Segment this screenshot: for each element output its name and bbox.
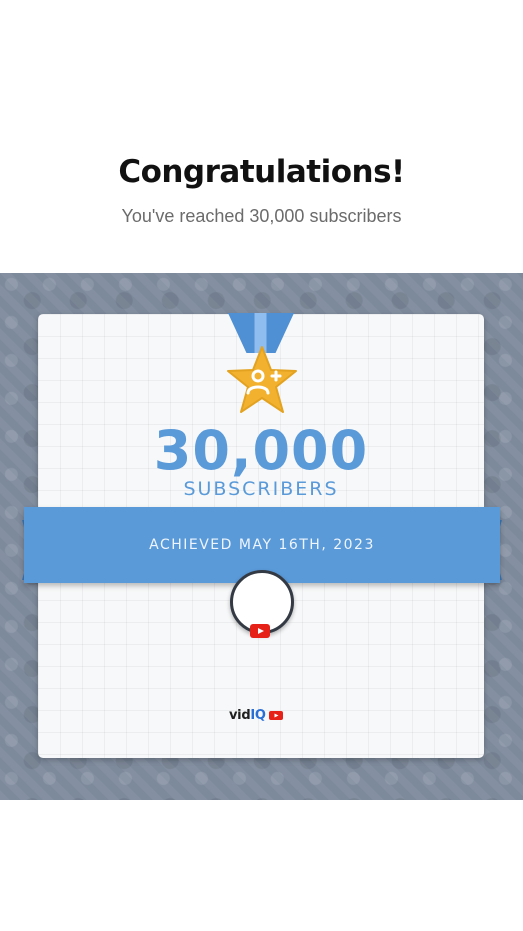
subscriber-count: 30,000 xyxy=(153,419,369,482)
page-title: Congratulations! xyxy=(118,154,405,190)
subscriber-count-label: SUBSCRIBERS xyxy=(183,478,339,500)
medal-star-icon xyxy=(227,346,297,413)
vidiq-wordmark: vidIQ xyxy=(229,707,266,723)
youtube-icon xyxy=(250,624,270,638)
achievement-date: ACHIEVED MAY 16TH, 2023 xyxy=(149,537,375,553)
youtube-partner-icon xyxy=(268,710,283,720)
vidiq-logo: vidIQ xyxy=(229,706,299,724)
page-subtitle: You've reached 30,000 subscribers xyxy=(121,206,402,226)
